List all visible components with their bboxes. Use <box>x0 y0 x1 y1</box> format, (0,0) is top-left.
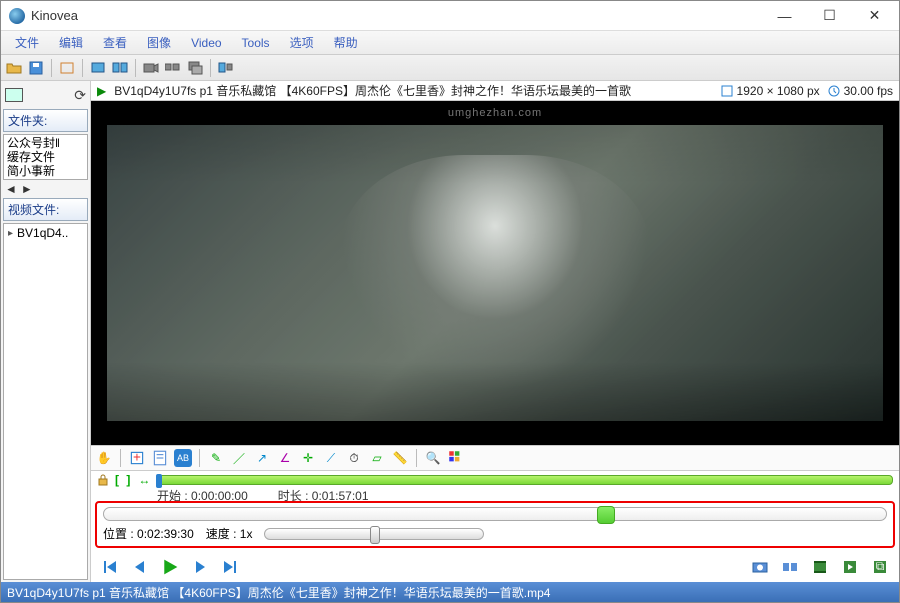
label-icon[interactable]: AB <box>174 449 192 467</box>
play-indicator-icon: ▶ <box>97 84 106 98</box>
video-viewport[interactable]: umghezhan.com <box>91 101 899 445</box>
pencil-icon[interactable]: ✎ <box>207 449 225 467</box>
watermark-text: umghezhan.com <box>448 107 542 119</box>
scrub-knob[interactable] <box>597 506 615 524</box>
status-bar: BV1qD4y1U7fs p1 音乐私藏馆 【4K60FPS】周杰伦《七里香》封… <box>1 582 899 602</box>
camera3-icon[interactable] <box>186 59 204 77</box>
open-icon[interactable] <box>5 59 23 77</box>
app-icon <box>9 8 25 24</box>
snapshot-button[interactable] <box>749 556 771 578</box>
ruler-icon[interactable]: 📏 <box>391 449 409 467</box>
screen1-icon[interactable] <box>89 59 107 77</box>
camera2-icon[interactable] <box>164 59 182 77</box>
export-strip-button[interactable] <box>779 556 801 578</box>
svg-text:+: + <box>133 449 141 464</box>
playback-controls: ⧉ <box>91 552 899 582</box>
magnifier-icon[interactable]: 🔍 <box>424 449 442 467</box>
screen2-icon[interactable] <box>111 59 129 77</box>
speed-slider[interactable] <box>264 528 484 540</box>
videos-list[interactable]: BV1qD4.. <box>3 223 88 580</box>
polyline-icon[interactable]: ⟋ <box>322 449 340 467</box>
fps-meta: 30.00 fps <box>828 84 893 98</box>
minimize-button[interactable]: — <box>762 1 807 31</box>
scrub-bar[interactable] <box>103 507 887 521</box>
range-arrow-icon[interactable]: ↔ <box>138 473 150 487</box>
working-zone-bar[interactable] <box>156 475 893 485</box>
folder-item[interactable]: 简小事新 <box>5 164 86 178</box>
drawing-toolbar: ✋ + AB ✎ ／ ↗ ∠ ✛ ⟋ ⏱ ▱ 📏 🔍 <box>91 445 899 471</box>
video-frame <box>107 125 883 421</box>
menu-image[interactable]: 图像 <box>137 34 181 51</box>
menu-help[interactable]: 帮助 <box>324 34 368 51</box>
menu-file[interactable]: 文件 <box>5 34 49 51</box>
speed-knob[interactable] <box>370 526 380 544</box>
folder-item[interactable]: 公众号封‖ <box>5 136 86 150</box>
keyframe-add-icon[interactable]: + <box>128 449 146 467</box>
svg-text:⧉: ⧉ <box>876 559 885 573</box>
status-text: BV1qD4y1U7fs p1 音乐私藏馆 【4K60FPS】周杰伦《七里香》封… <box>7 584 550 601</box>
window-title: Kinovea <box>31 8 762 23</box>
video-item: BV1qD4.. <box>4 224 87 242</box>
angle-icon[interactable]: ∠ <box>276 449 294 467</box>
window-titlebar: Kinovea — ☐ ✕ <box>1 1 899 31</box>
main-toolbar <box>1 55 899 81</box>
hand-tool-icon[interactable]: ✋ <box>95 449 113 467</box>
dimensions-meta: 1920 × 1080 px <box>721 84 820 98</box>
timelines: [ ] ↔ 开始 : 0:00:00:00 时长 : 0:01:57:01 <box>91 471 899 499</box>
folders-list[interactable]: 公众号封‖ 缓存文件 简小事新 <box>3 134 88 180</box>
export-video2-button[interactable] <box>839 556 861 578</box>
grid-icon[interactable]: ▱ <box>368 449 386 467</box>
speed-readout: 速度 : 1x <box>206 525 253 542</box>
export-video3-button[interactable]: ⧉ <box>869 556 891 578</box>
menu-view[interactable]: 查看 <box>93 34 137 51</box>
clock-icon <box>828 85 840 97</box>
camera1-icon[interactable] <box>142 59 160 77</box>
arrow-icon[interactable]: ↗ <box>253 449 271 467</box>
nav-back-icon[interactable]: ◄ <box>5 182 17 196</box>
monitor-icon[interactable] <box>5 88 23 102</box>
crosshair-icon[interactable]: ✛ <box>299 449 317 467</box>
videos-header: 视频文件: <box>3 198 88 221</box>
layout-single-icon[interactable] <box>58 59 76 77</box>
save-icon[interactable] <box>27 59 45 77</box>
stopwatch-icon[interactable]: ⏱ <box>345 449 363 467</box>
menu-edit[interactable]: 编辑 <box>49 34 93 51</box>
timeline-start: 开始 : 0:00:00:00 <box>157 487 248 499</box>
nav-fwd-icon[interactable]: ► <box>21 182 33 196</box>
color-grid-icon[interactable] <box>447 449 465 467</box>
close-button[interactable]: ✕ <box>852 1 897 31</box>
mixed-icon[interactable] <box>217 59 235 77</box>
play-button[interactable] <box>159 556 181 578</box>
next-frame-button[interactable] <box>189 556 211 578</box>
prev-frame-button[interactable] <box>129 556 151 578</box>
maximize-button[interactable]: ☐ <box>807 1 852 31</box>
note-icon[interactable] <box>151 449 169 467</box>
menu-options[interactable]: 选项 <box>280 34 324 51</box>
goto-start-button[interactable] <box>99 556 121 578</box>
position-readout: 位置 : 0:02:39:30 <box>103 525 194 542</box>
menu-video[interactable]: Video <box>181 36 231 50</box>
menu-bar: 文件 编辑 查看 图像 Video Tools 选项 帮助 <box>1 31 899 55</box>
refresh-icon[interactable]: ⟳ <box>74 87 86 104</box>
export-video1-button[interactable] <box>809 556 831 578</box>
playback-panel: 位置 : 0:02:39:30 速度 : 1x <box>95 501 895 548</box>
folder-item[interactable]: 缓存文件 <box>5 150 86 164</box>
line-icon[interactable]: ／ <box>230 449 248 467</box>
video-title: BV1qD4y1U7fs p1 音乐私藏馆 【4K60FPS】周杰伦《七里香》封… <box>114 82 631 99</box>
menu-tools[interactable]: Tools <box>232 36 280 50</box>
goto-end-button[interactable] <box>219 556 241 578</box>
range-brackets-icon[interactable]: [ ] <box>115 473 132 487</box>
dimensions-icon <box>721 85 733 97</box>
folders-header: 文件夹: <box>3 109 88 132</box>
lock-icon[interactable] <box>97 474 109 486</box>
sidebar: ⟳ 文件夹: 公众号封‖ 缓存文件 简小事新 ◄ ► 视频文件: BV1qD4.… <box>1 81 91 582</box>
timeline-duration: 时长 : 0:01:57:01 <box>278 487 369 499</box>
video-info-bar: ▶ BV1qD4y1U7fs p1 音乐私藏馆 【4K60FPS】周杰伦《七里香… <box>91 81 899 101</box>
main-area: ▶ BV1qD4y1U7fs p1 音乐私藏馆 【4K60FPS】周杰伦《七里香… <box>91 81 899 582</box>
